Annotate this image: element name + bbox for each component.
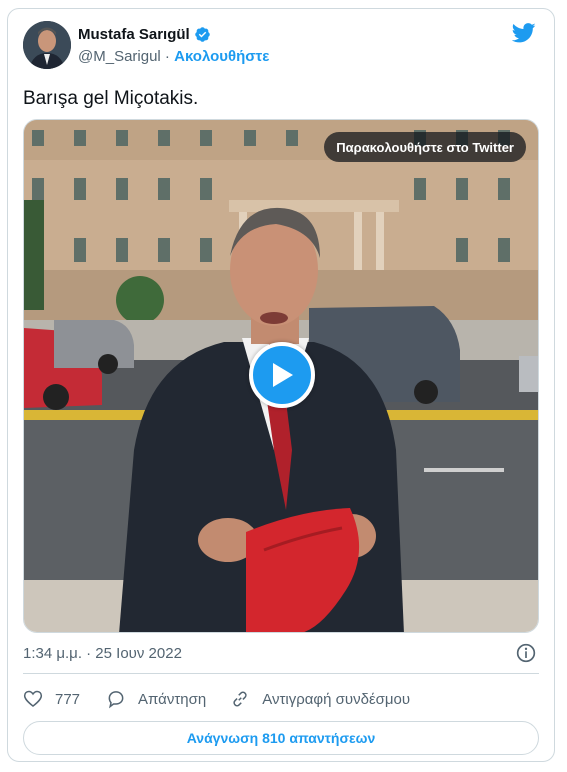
divider — [23, 673, 539, 674]
read-replies-button[interactable]: Ανάγνωση 810 απαντήσεων — [23, 721, 539, 755]
author-handle[interactable]: @M_Sarigul — [78, 48, 161, 65]
info-icon[interactable] — [516, 643, 536, 663]
author-name[interactable]: Mustafa Sarıgül — [78, 26, 190, 43]
avatar[interactable] — [23, 21, 71, 69]
handle-row: @M_Sarigul · Ακολουθήστε — [78, 48, 269, 65]
like-count: 777 — [55, 690, 81, 708]
reply-label: Απάντηση — [138, 690, 207, 708]
video-player[interactable]: Παρακολουθήστε στο Twitter — [23, 119, 539, 633]
play-icon — [273, 363, 293, 387]
tweet-card: Mustafa Sarıgül @M_Sarigul · Ακολουθήστε… — [7, 8, 555, 762]
reply-button[interactable]: Απάντηση — [106, 689, 206, 709]
copy-link-label: Αντιγραφή συνδέσμου — [262, 690, 411, 708]
verified-badge-icon — [194, 27, 210, 42]
handle-separator: · — [160, 48, 175, 65]
tweet-timestamp[interactable]: 1:34 μ.μ. · 25 Ιουν 2022 — [23, 645, 182, 662]
twitter-bird-icon[interactable] — [512, 23, 536, 43]
like-button[interactable]: 777 — [23, 689, 80, 709]
tweet-text: Barışa gel Miçotakis. — [23, 88, 199, 109]
avatar-photo — [23, 21, 71, 69]
link-icon — [233, 691, 247, 707]
play-button[interactable] — [249, 342, 315, 408]
reply-bubble-icon — [108, 691, 124, 709]
tweet-actions: 777 Απάντηση Αντιγραφή συνδέσμου — [23, 682, 434, 716]
copy-link-button[interactable]: Αντιγραφή συνδέσμου — [230, 689, 410, 709]
follow-button[interactable]: Ακολουθήστε — [174, 48, 269, 65]
watch-on-twitter-button[interactable]: Παρακολουθήστε στο Twitter — [324, 132, 526, 162]
author-name-row: Mustafa Sarıgül — [78, 26, 211, 43]
heart-icon — [23, 690, 43, 708]
